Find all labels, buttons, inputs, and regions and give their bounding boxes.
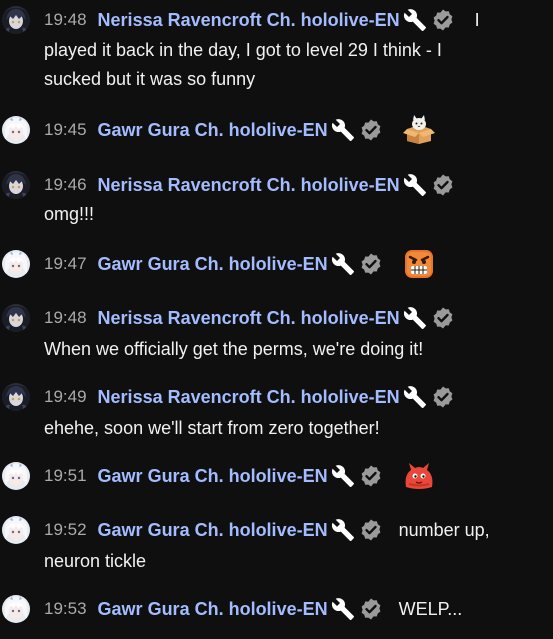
verified-icon: [431, 385, 455, 409]
wrench-icon: [403, 8, 427, 32]
gura-avatar[interactable]: [2, 116, 30, 144]
author-name[interactable]: Gawr Gura Ch. hololive-EN: [98, 254, 328, 275]
gura-avatar[interactable]: [2, 462, 30, 490]
verified-icon: [359, 118, 383, 142]
message-timestamp: 19:51: [44, 466, 87, 485]
author-name[interactable]: Gawr Gura Ch. hololive-EN: [98, 120, 328, 141]
message-text: ehehe, soon we'll start from zero togeth…: [44, 418, 380, 438]
wrench-icon: [403, 306, 427, 330]
message-timestamp: 19:49: [44, 387, 87, 406]
wrench-icon: [403, 173, 427, 197]
author-name[interactable]: Gawr Gura Ch. hololive-EN: [98, 599, 328, 620]
wrench-icon: [331, 597, 355, 621]
author-name[interactable]: Nerissa Ravencroft Ch. hololive-EN: [98, 10, 400, 31]
gura-avatar[interactable]: [2, 516, 30, 544]
message-timestamp: 19:48: [44, 308, 87, 327]
verified-icon: [431, 173, 455, 197]
nerissa-avatar[interactable]: [2, 304, 30, 332]
verified-icon: [359, 252, 383, 276]
message-timestamp: 19:46: [44, 175, 87, 194]
nerissa-avatar[interactable]: [2, 6, 30, 34]
message-text: I: [474, 9, 480, 30]
message-text: omg!!!: [44, 204, 95, 224]
message-timestamp: 19:45: [44, 120, 87, 139]
author-name[interactable]: Nerissa Ravencroft Ch. hololive-EN: [98, 308, 400, 329]
verified-icon: [359, 518, 383, 542]
verified-icon: [359, 597, 383, 621]
message-text: number up,: [398, 519, 490, 540]
box-cat-emoji: [403, 115, 435, 145]
author-name[interactable]: Gawr Gura Ch. hololive-EN: [98, 520, 328, 541]
live-chat-feed: 19:48 Nerissa Ravencroft Ch. hololive-EN…: [0, 0, 553, 639]
gura-avatar[interactable]: [2, 595, 30, 623]
author-name[interactable]: Nerissa Ravencroft Ch. hololive-EN: [98, 175, 400, 196]
message-text: neuron tickle: [44, 551, 147, 571]
angry-face-emoji: [403, 249, 435, 279]
verified-icon: [431, 8, 455, 32]
wrench-icon: [331, 518, 355, 542]
nerissa-avatar[interactable]: [2, 171, 30, 199]
message-timestamp: 19:53: [44, 599, 87, 618]
red-blob-emoji: [403, 461, 435, 491]
wrench-icon: [331, 464, 355, 488]
message-timestamp: 19:48: [44, 10, 87, 29]
message-timestamp: 19:47: [44, 254, 87, 273]
message-text: WELP...: [398, 598, 463, 619]
wrench-icon: [331, 252, 355, 276]
gura-avatar[interactable]: [2, 250, 30, 278]
nerissa-avatar[interactable]: [2, 383, 30, 411]
message-text: When we officially get the perms, we're …: [44, 339, 424, 359]
wrench-icon: [403, 385, 427, 409]
message-text: played it back in the day, I got to leve…: [44, 40, 442, 89]
author-name[interactable]: Nerissa Ravencroft Ch. hololive-EN: [98, 387, 400, 408]
author-name[interactable]: Gawr Gura Ch. hololive-EN: [98, 466, 328, 487]
wrench-icon: [331, 118, 355, 142]
verified-icon: [431, 306, 455, 330]
verified-icon: [359, 464, 383, 488]
message-timestamp: 19:52: [44, 520, 87, 539]
